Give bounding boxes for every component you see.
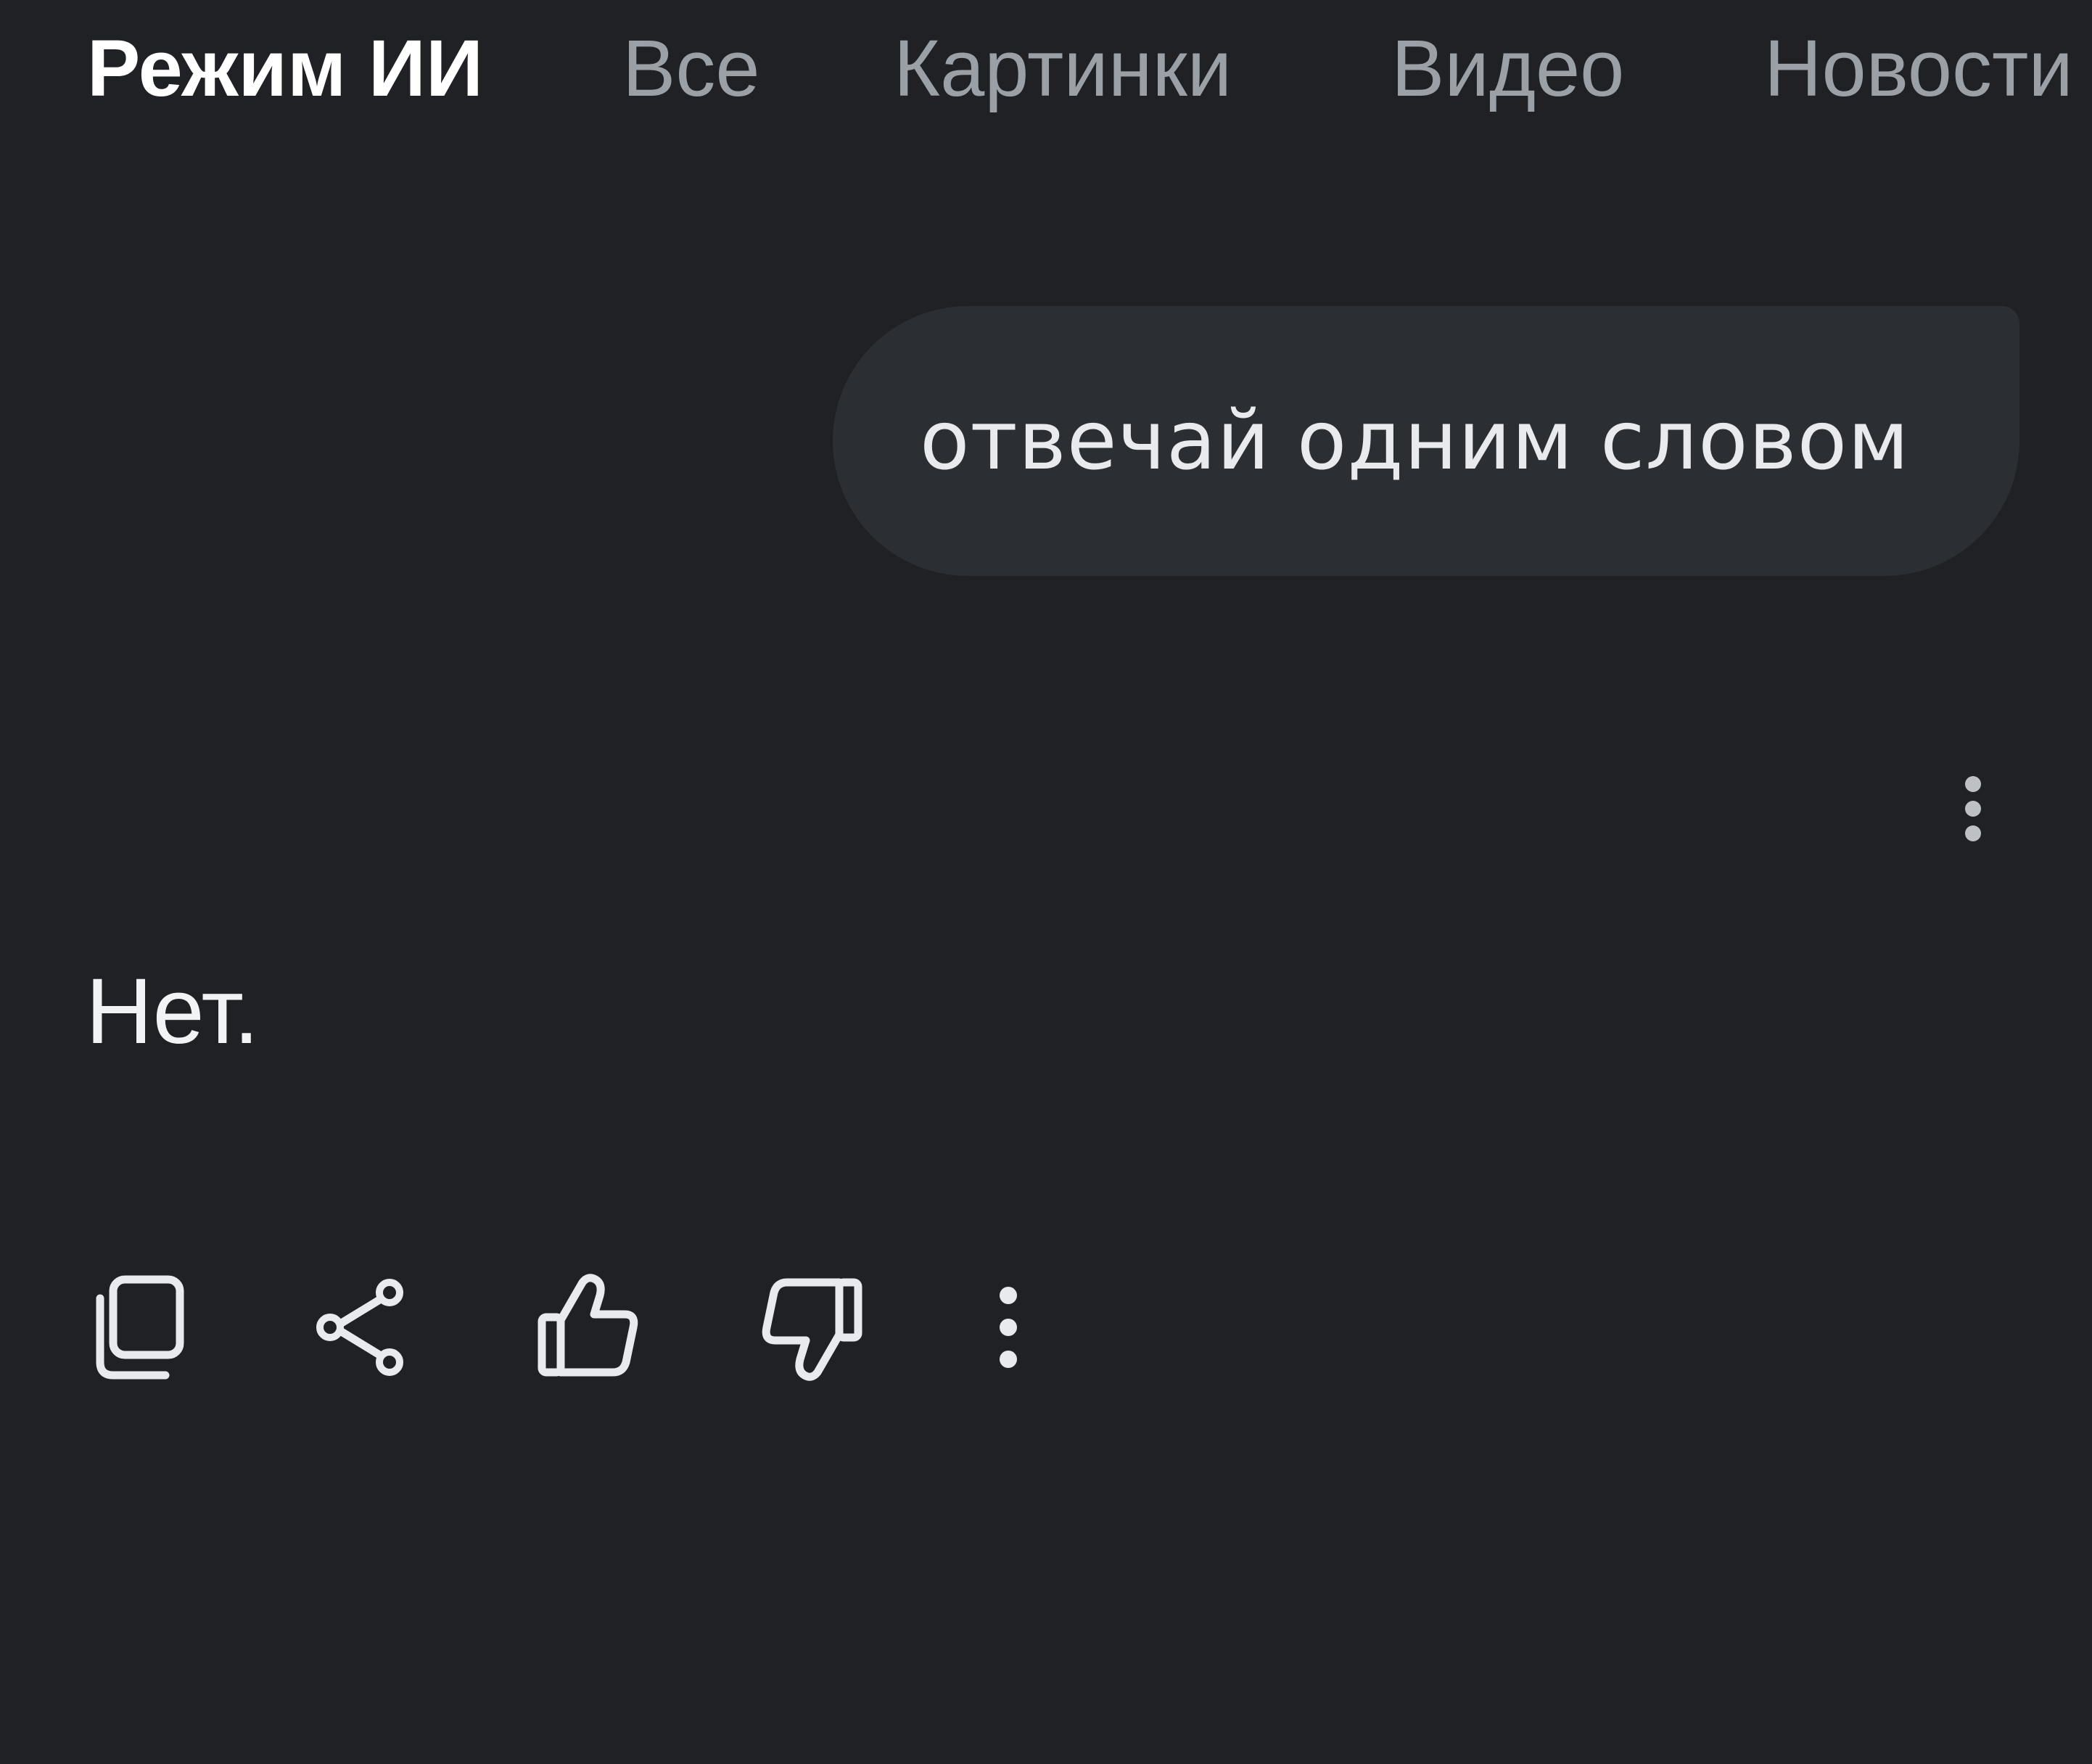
more-options-button[interactable]: [987, 1269, 1095, 1385]
ai-answer-text: Нет.: [86, 960, 260, 1063]
answer-actions: [87, 1269, 1103, 1385]
tab-ai-mode[interactable]: Режим ИИ: [87, 22, 483, 116]
tab-video[interactable]: Видео: [1391, 22, 1624, 116]
user-query-text: отвечай одним словом: [920, 394, 1910, 488]
user-query-bubble: отвечай одним словом: [833, 306, 2019, 576]
like-button[interactable]: [533, 1269, 642, 1385]
tab-all[interactable]: Все: [622, 22, 760, 116]
more-vertical-icon: [1000, 1287, 1017, 1368]
thumbs-down-icon: [762, 1278, 862, 1381]
share-icon: [316, 1279, 403, 1376]
thumbs-up-icon: [538, 1274, 638, 1377]
tab-images[interactable]: Картинки: [894, 22, 1232, 116]
dislike-button[interactable]: [758, 1269, 867, 1385]
search-tabs: Режим ИИ Все Картинки Видео Новости: [0, 0, 2092, 145]
copy-button[interactable]: [87, 1269, 196, 1385]
share-button[interactable]: [308, 1269, 417, 1385]
tab-news[interactable]: Новости: [1764, 22, 2073, 116]
more-vertical-icon: [1965, 776, 1981, 841]
answer-menu-button[interactable]: [1944, 762, 2002, 856]
copy-icon: [96, 1275, 184, 1380]
